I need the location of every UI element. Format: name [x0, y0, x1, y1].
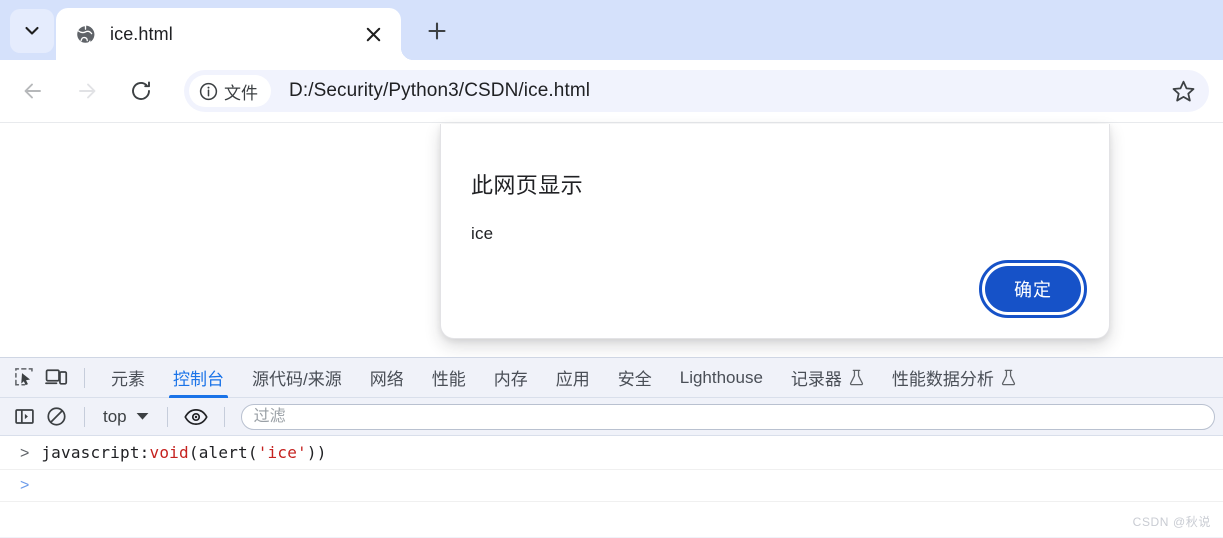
clear-console-button[interactable]	[40, 402, 72, 432]
inspect-element-button[interactable]	[8, 363, 40, 393]
tab-security[interactable]: 安全	[604, 358, 666, 398]
code-token: (alert(	[188, 443, 258, 462]
clear-console-icon	[46, 407, 66, 426]
tab-performance[interactable]: 性能	[418, 358, 480, 398]
tab-label: 记录器	[790, 370, 842, 389]
browser-toolbar: 文件 D:/Security/Python3/CSDN/ice.html	[0, 60, 1223, 122]
arrow-left-icon	[24, 83, 41, 99]
console-sidebar-icon	[14, 409, 34, 424]
tab-search-button[interactable]	[10, 9, 54, 53]
chevron-down-icon	[25, 26, 39, 35]
url-text: D:/Security/Python3/CSDN/ice.html	[289, 80, 591, 101]
tab-lighthouse[interactable]: Lighthouse	[666, 358, 777, 398]
live-expression-button[interactable]	[180, 402, 212, 432]
reload-button[interactable]	[120, 70, 162, 112]
browser-window: ice.html 文件 D:/Security/Python3/CSDN/ice…	[0, 0, 1223, 538]
console-prompt-chevron-icon: >	[20, 477, 30, 494]
console-sidebar-button[interactable]	[8, 402, 40, 432]
tab-label: 元素	[111, 370, 145, 389]
tab-label: 网络	[369, 370, 404, 389]
code-token: void	[149, 443, 189, 462]
tab-label: Lighthouse	[679, 367, 763, 387]
console-input-code: javascript:void(alert('ice'))	[41, 443, 326, 462]
tab-ice-html[interactable]: ice.html	[56, 8, 413, 60]
info-circle-icon	[199, 82, 218, 101]
code-token: 'ice'	[257, 443, 307, 462]
console-toolbar: top	[0, 398, 1223, 436]
address-bar[interactable]: 文件 D:/Security/Python3/CSDN/ice.html	[184, 70, 1209, 112]
back-button[interactable]	[12, 70, 54, 112]
tab-recorder[interactable]: 记录器	[777, 358, 878, 398]
javascript-alert-dialog: 此网页显示 ice 确定	[440, 124, 1110, 339]
console-row-input[interactable]: > javascript:void(alert('ice'))	[0, 436, 1223, 470]
execution-context-label: top	[103, 406, 127, 426]
forward-button[interactable]	[66, 70, 108, 112]
tab-label: 性能数据分析	[891, 370, 994, 389]
tab-title: ice.html	[110, 23, 173, 44]
console-filter-input[interactable]	[240, 403, 1215, 430]
tab-console[interactable]: 控制台	[159, 358, 238, 398]
device-toolbar-button[interactable]	[40, 363, 72, 393]
tab-network[interactable]: 网络	[356, 358, 418, 398]
site-info-label: 文件	[224, 83, 258, 103]
caret-down-icon	[136, 413, 149, 420]
tab-strip: ice.html	[0, 0, 1223, 60]
watermark: CSDN @秋说	[1132, 515, 1211, 529]
devtools-tabbar: 元素 控制台 源代码/来源 网络 性能 内存 应用 安全 Lighthouse …	[0, 358, 1223, 398]
reload-icon	[132, 81, 150, 100]
inspect-element-icon	[14, 368, 33, 386]
tab-label: 安全	[617, 370, 652, 389]
dialog-title: 此网页显示	[471, 173, 584, 198]
tab-label: 控制台	[173, 370, 224, 389]
flask-icon	[1001, 369, 1016, 386]
plus-icon	[428, 22, 446, 40]
tab-application[interactable]: 应用	[542, 358, 604, 398]
console-row-prompt[interactable]: >	[0, 470, 1223, 502]
console-divider-1	[84, 406, 85, 427]
tab-label: 源代码/来源	[252, 370, 342, 389]
tab-elements[interactable]: 元素	[97, 358, 159, 398]
bookmark-button[interactable]	[1163, 71, 1203, 111]
execution-context-selector[interactable]: top	[97, 407, 155, 427]
console-input-chevron-icon: >	[20, 445, 30, 462]
dialog-message: ice	[471, 224, 494, 243]
code-token: ))	[306, 443, 327, 462]
star-icon	[1172, 80, 1194, 101]
dialog-ok-button[interactable]: 确定	[979, 260, 1087, 318]
device-toolbar-icon	[44, 369, 67, 385]
console-divider-2	[166, 406, 168, 427]
console-message-list[interactable]: > javascript:void(alert('ice')) >	[0, 436, 1223, 537]
toolbar-divider	[84, 367, 85, 388]
site-info-chip[interactable]: 文件	[189, 75, 271, 107]
tab-label: 内存	[493, 370, 528, 389]
code-token: :	[139, 443, 150, 462]
tab-label: 性能	[431, 370, 466, 389]
tab-sources[interactable]: 源代码/来源	[238, 358, 356, 398]
tab-memory[interactable]: 内存	[480, 358, 542, 398]
live-expression-eye-icon	[183, 408, 208, 425]
new-tab-button[interactable]	[417, 11, 457, 51]
code-token: javascript	[41, 443, 140, 462]
dialog-actions: 确定	[979, 260, 1087, 318]
tab-label: 应用	[555, 370, 590, 389]
devtools-panel: 元素 控制台 源代码/来源 网络 性能 内存 应用 安全 Lighthouse …	[0, 357, 1223, 538]
arrow-right-icon	[79, 83, 96, 99]
globe-icon	[74, 23, 96, 45]
close-icon[interactable]	[359, 20, 387, 48]
tab-performance-insights[interactable]: 性能数据分析	[878, 358, 1030, 398]
page-viewport: 此网页显示 ice 确定	[0, 122, 1223, 357]
flask-icon	[849, 369, 864, 386]
console-divider-3	[223, 406, 225, 427]
